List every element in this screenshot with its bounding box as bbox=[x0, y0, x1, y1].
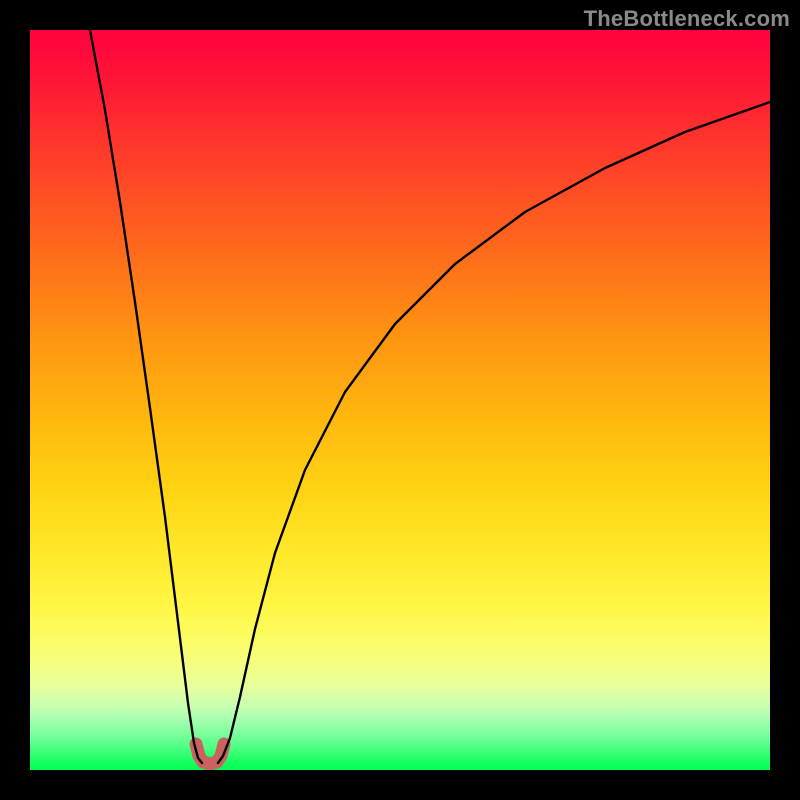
plot-area bbox=[30, 30, 770, 770]
chart-frame: TheBottleneck.com bbox=[0, 0, 800, 800]
curve-svg bbox=[30, 30, 770, 770]
watermark-text: TheBottleneck.com bbox=[584, 6, 790, 32]
bottleneck-curve-left bbox=[90, 30, 202, 763]
bottleneck-curve-right bbox=[218, 102, 770, 763]
